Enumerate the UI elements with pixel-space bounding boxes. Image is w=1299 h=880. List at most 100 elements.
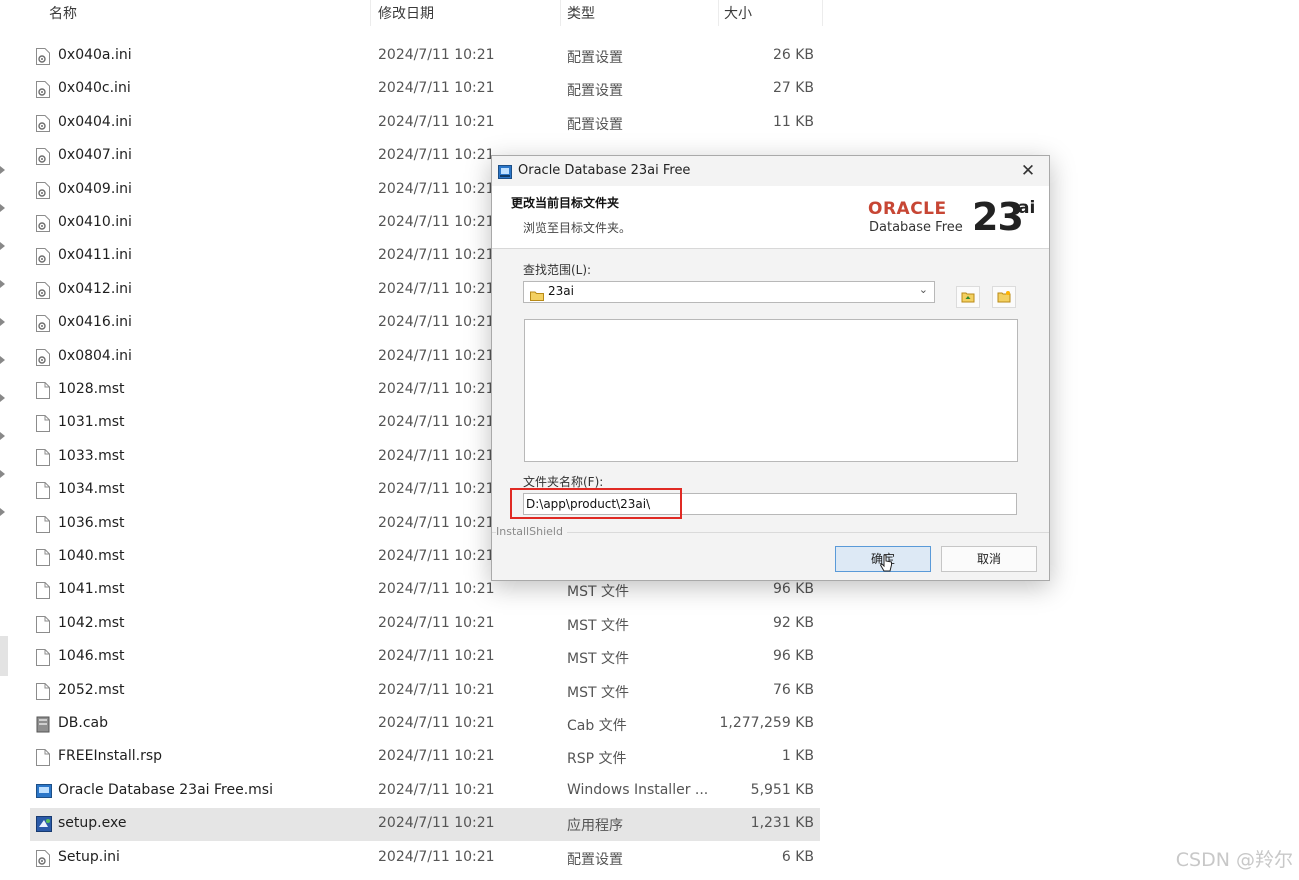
file-name: 0x040a.ini bbox=[58, 47, 132, 63]
file-name: 1040.mst bbox=[58, 548, 125, 564]
file-date: 2024/7/11 10:21 bbox=[378, 147, 495, 164]
expand-arrow-icon[interactable] bbox=[0, 242, 5, 250]
file-row[interactable]: 0x040c.ini 2024/7/11 10:21 配置设置 27 KB bbox=[30, 73, 820, 106]
expand-arrow-icon[interactable] bbox=[0, 166, 5, 174]
column-divider[interactable] bbox=[822, 0, 823, 26]
installer-app-icon bbox=[498, 164, 512, 183]
file-name: 1028.mst bbox=[58, 381, 125, 397]
ini-file-icon bbox=[36, 315, 50, 333]
up-one-level-button[interactable] bbox=[956, 286, 980, 308]
watermark: CSDN @羚尔 bbox=[1175, 849, 1293, 871]
column-header-size[interactable]: 大小 bbox=[724, 3, 752, 23]
dialog-heading: 更改当前目标文件夹 bbox=[511, 196, 620, 210]
expand-arrow-icon[interactable] bbox=[0, 470, 5, 478]
file-name: 0x040c.ini bbox=[58, 80, 131, 97]
column-divider[interactable] bbox=[718, 0, 719, 26]
new-folder-icon bbox=[997, 291, 1011, 303]
file-row[interactable]: setup.exe 2024/7/11 10:21 应用程序 1,231 KB bbox=[30, 808, 820, 842]
look-in-label: 查找范围(L): bbox=[523, 263, 592, 277]
expand-arrow-icon[interactable] bbox=[0, 432, 5, 440]
file-row[interactable]: 1042.mst 2024/7/11 10:21 MST 文件 92 KB bbox=[30, 608, 820, 641]
blank-file-icon bbox=[36, 649, 50, 667]
blank-file-icon bbox=[36, 382, 50, 399]
nav-selection-indicator bbox=[0, 636, 8, 676]
file-name: 1036.mst bbox=[58, 514, 125, 531]
ini-file-icon bbox=[36, 849, 50, 867]
column-header-type[interactable]: 类型 bbox=[567, 3, 595, 23]
file-name: setup.exe bbox=[58, 815, 127, 832]
file-date: 2024/7/11 10:21 bbox=[378, 47, 495, 63]
column-header-name[interactable]: 名称 bbox=[49, 3, 77, 23]
blank-file-icon bbox=[36, 515, 50, 533]
mouse-cursor-icon bbox=[879, 554, 894, 578]
file-row[interactable]: FREEInstall.rsp 2024/7/11 10:21 RSP 文件 1 KB bbox=[30, 741, 820, 774]
file-size: 92 KB bbox=[772, 614, 814, 631]
file-date: 2024/7/11 10:21 bbox=[378, 113, 495, 130]
file-row[interactable]: 1046.mst 2024/7/11 10:21 MST 文件 96 KB bbox=[30, 641, 820, 674]
file-date: 2024/7/11 10:21 bbox=[378, 280, 495, 297]
file-size: 76 KB bbox=[772, 681, 814, 698]
msi-file-icon bbox=[36, 783, 52, 800]
file-row[interactable]: Setup.ini 2024/7/11 10:21 配置设置 6 KB bbox=[30, 842, 820, 875]
file-size: 1,231 KB bbox=[750, 815, 814, 832]
file-type: 配置设置 bbox=[567, 851, 623, 868]
dialog-titlebar[interactable]: Oracle Database 23ai Free ✕ bbox=[492, 156, 1049, 186]
file-date: 2024/7/11 10:21 bbox=[378, 648, 495, 665]
file-date: 2024/7/11 10:21 bbox=[378, 414, 495, 431]
file-date: 2024/7/11 10:21 bbox=[378, 681, 495, 698]
file-row[interactable]: DB.cab 2024/7/11 10:21 Cab 文件 1,277,259 KB bbox=[30, 708, 820, 741]
close-icon[interactable]: ✕ bbox=[1015, 159, 1041, 183]
file-size: 27 KB bbox=[772, 80, 814, 97]
file-type: 配置设置 bbox=[567, 83, 623, 100]
expand-arrow-icon[interactable] bbox=[0, 356, 5, 364]
file-row[interactable]: 0x040a.ini 2024/7/11 10:21 配置设置 26 KB bbox=[30, 40, 820, 73]
file-type: MST 文件 bbox=[567, 617, 629, 634]
oracle-logo: ORACLE Database Free 23 ai bbox=[868, 195, 1038, 240]
column-divider[interactable] bbox=[370, 0, 371, 26]
file-date: 2024/7/11 10:21 bbox=[378, 514, 495, 531]
file-date: 2024/7/11 10:21 bbox=[378, 781, 495, 798]
expand-arrow-icon[interactable] bbox=[0, 280, 5, 288]
look-in-dropdown[interactable]: 23ai ⌄ bbox=[523, 281, 935, 303]
look-in-value: 23ai bbox=[548, 284, 574, 298]
cancel-button[interactable]: 取消 bbox=[941, 546, 1037, 572]
file-size: 96 KB bbox=[772, 581, 814, 598]
expand-arrow-icon[interactable] bbox=[0, 318, 5, 326]
expand-arrow-icon[interactable] bbox=[0, 508, 5, 516]
file-date: 2024/7/11 10:21 bbox=[378, 848, 495, 865]
file-name: 1031.mst bbox=[58, 414, 125, 431]
file-row[interactable]: 2052.mst 2024/7/11 10:21 MST 文件 76 KB bbox=[30, 675, 820, 708]
annotation-highlight-box bbox=[510, 488, 682, 519]
expand-arrow-icon[interactable] bbox=[0, 394, 5, 402]
dialog-banner: 更改当前目标文件夹 浏览至目标文件夹。 ORACLE Database Free… bbox=[492, 186, 1049, 249]
column-header-date[interactable]: 修改日期 bbox=[378, 3, 434, 23]
expand-arrow-icon[interactable] bbox=[0, 204, 5, 212]
new-folder-button[interactable] bbox=[992, 286, 1016, 308]
column-divider[interactable] bbox=[560, 0, 561, 26]
folder-up-icon bbox=[961, 292, 975, 303]
folder-listbox[interactable] bbox=[524, 319, 1018, 462]
file-date: 2024/7/11 10:21 bbox=[378, 180, 495, 197]
navigation-gutter bbox=[0, 0, 20, 880]
file-date: 2024/7/11 10:21 bbox=[378, 548, 495, 564]
logo-product-text: Database Free bbox=[869, 220, 963, 235]
dialog-subheading: 浏览至目标文件夹。 bbox=[523, 221, 632, 235]
file-type: MST 文件 bbox=[567, 584, 629, 601]
blank-file-icon bbox=[36, 749, 50, 767]
file-name: 1046.mst bbox=[58, 648, 125, 665]
chevron-down-icon[interactable]: ⌄ bbox=[919, 283, 928, 296]
folder-icon bbox=[530, 286, 544, 305]
exe-file-icon bbox=[36, 816, 52, 833]
ini-file-icon bbox=[36, 348, 50, 366]
ini-file-icon bbox=[36, 281, 50, 299]
ini-file-icon bbox=[36, 148, 50, 166]
file-name: 0x0407.ini bbox=[58, 147, 132, 164]
file-row[interactable]: 0x0404.ini 2024/7/11 10:21 配置设置 11 KB bbox=[30, 107, 820, 140]
file-name: 1034.mst bbox=[58, 481, 125, 498]
file-date: 2024/7/11 10:21 bbox=[378, 347, 495, 364]
ini-file-icon bbox=[36, 48, 50, 65]
ini-file-icon bbox=[36, 248, 50, 266]
file-date: 2024/7/11 10:21 bbox=[378, 247, 495, 264]
file-name: 0x0410.ini bbox=[58, 214, 132, 230]
file-row[interactable]: Oracle Database 23ai Free.msi 2024/7/11 1… bbox=[30, 775, 820, 808]
